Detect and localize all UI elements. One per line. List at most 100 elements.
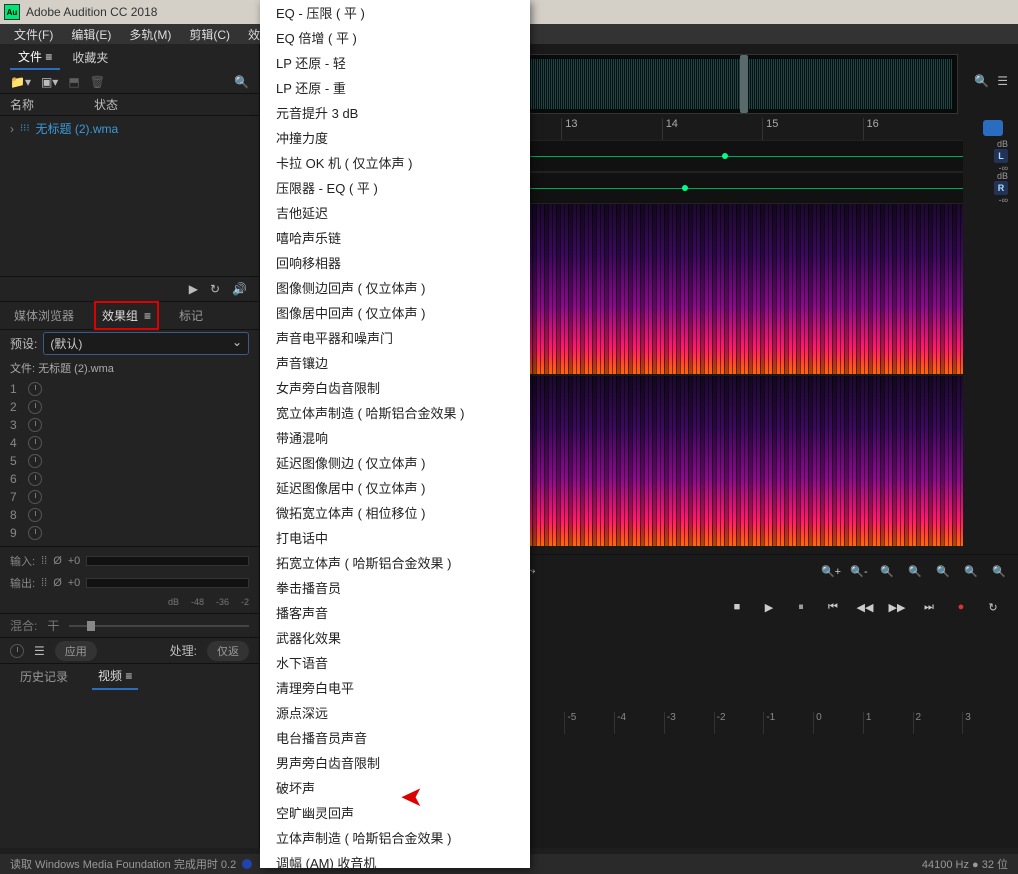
dropdown-item[interactable]: 女声旁白齿音限制 [260, 375, 530, 400]
dropdown-item[interactable]: 立体声制造 ( 哈斯铝合金效果 ) [260, 825, 530, 850]
dropdown-item[interactable]: EQ - 压限 ( 平 ) [260, 0, 530, 25]
loop-button[interactable]: ↻ [982, 597, 1004, 617]
power-icon[interactable] [28, 526, 42, 540]
apply-button[interactable]: 应用 [55, 641, 97, 661]
menu-multitrack[interactable]: 多轨(M) [121, 24, 179, 45]
dropdown-item[interactable]: 声音镶边 [260, 350, 530, 375]
dropdown-item[interactable]: 水下语音 [260, 650, 530, 675]
power-icon[interactable] [28, 490, 42, 504]
effect-slot[interactable]: 4 [6, 434, 253, 452]
tab-history[interactable]: 历史记录 [14, 664, 74, 689]
zoom-out-vert-icon[interactable]: 🔍 [960, 562, 982, 582]
dropdown-item[interactable]: 带通混响 [260, 425, 530, 450]
power-icon[interactable] [28, 508, 42, 522]
tab-favorites[interactable]: 收藏夹 [64, 46, 116, 69]
menu-clip[interactable]: 剪辑(C) [181, 24, 238, 45]
power-icon[interactable] [28, 436, 42, 450]
tab-markers[interactable]: 标记 [173, 303, 209, 328]
effect-slot[interactable]: 5 [6, 452, 253, 470]
power-icon[interactable] [28, 454, 42, 468]
loop-icon[interactable]: ↻ [210, 282, 220, 296]
dropdown-item[interactable]: 空旷幽灵回声 [260, 800, 530, 825]
effect-slot[interactable]: 6 [6, 470, 253, 488]
overview-handle[interactable] [740, 55, 748, 113]
volume-icon[interactable]: 🔊 [232, 282, 247, 296]
dropdown-item[interactable]: 卡拉 OK 机 ( 仅立体声 ) [260, 150, 530, 175]
new-file-icon[interactable]: ▣▾ [41, 75, 58, 89]
pause-button[interactable]: ⏸ [790, 597, 812, 617]
dropdown-item[interactable]: 播客声音 [260, 600, 530, 625]
effect-slot[interactable]: 7 [6, 488, 253, 506]
open-file-icon[interactable]: 📁▾ [10, 75, 31, 89]
dropdown-item[interactable]: EQ 倍增 ( 平 ) [260, 25, 530, 50]
power-icon[interactable] [28, 400, 42, 414]
list-icon[interactable]: ☰ [34, 644, 45, 658]
dropdown-item[interactable]: 微拓宽立体声 ( 相位移位 ) [260, 500, 530, 525]
skip-start-button[interactable]: ⏮ [822, 597, 844, 617]
channel-l-badge[interactable]: L [994, 149, 1008, 163]
dropdown-item[interactable]: 电台播音员声音 [260, 725, 530, 750]
dropdown-item[interactable]: 拳击播音员 [260, 575, 530, 600]
tab-video[interactable]: 视频 ≡ [92, 663, 138, 690]
dropdown-item[interactable]: LP 还原 - 轻 [260, 50, 530, 75]
zoom-in-vert-icon[interactable]: 🔍 [932, 562, 954, 582]
dropdown-item[interactable]: 延迟图像居中 ( 仅立体声 ) [260, 475, 530, 500]
col-status[interactable]: 状态 [94, 96, 118, 113]
import-icon[interactable]: ⬒ [68, 75, 79, 89]
effect-slot[interactable]: 8 [6, 506, 253, 524]
zoom-out-icon[interactable]: 🔍- [848, 562, 870, 582]
dropdown-item[interactable]: 图像侧边回声 ( 仅立体声 ) [260, 275, 530, 300]
zoom-reset-icon[interactable]: 🔍 [988, 562, 1010, 582]
dropdown-item[interactable]: 男声旁白齿音限制 [260, 750, 530, 775]
dropdown-item[interactable]: 破坏声 [260, 775, 530, 800]
effect-slot[interactable]: 9 [6, 524, 253, 542]
mix-slider[interactable] [69, 625, 249, 627]
play-button[interactable]: ▶ [758, 597, 780, 617]
channel-r-badge[interactable]: R [994, 181, 1008, 195]
preset-dropdown[interactable]: (默认)⌄ [43, 332, 249, 355]
zoom-full-icon[interactable]: 🔍 [876, 562, 898, 582]
dropdown-item[interactable]: 调幅 (AM) 收音机 [260, 850, 530, 868]
search-icon[interactable]: 🔍 [234, 75, 249, 89]
power-icon[interactable] [28, 418, 42, 432]
stop-button[interactable]: ■ [726, 597, 748, 617]
dropdown-item[interactable]: 延迟图像侧边 ( 仅立体声 ) [260, 450, 530, 475]
trash-icon[interactable]: 🗑 [90, 75, 105, 89]
dropdown-item[interactable]: 清理旁白电平 [260, 675, 530, 700]
tab-media-browser[interactable]: 媒体浏览器 [8, 303, 80, 328]
dropdown-item[interactable]: 吉他延迟 [260, 200, 530, 225]
dropdown-item[interactable]: 图像居中回声 ( 仅立体声 ) [260, 300, 530, 325]
zoom-selection-icon[interactable]: 🔍 [904, 562, 926, 582]
dropdown-item[interactable]: 声音电平器和噪声门 [260, 325, 530, 350]
effect-slot[interactable]: 2 [6, 398, 253, 416]
play-icon[interactable]: ▶ [189, 282, 198, 296]
power-icon[interactable] [28, 382, 42, 396]
panel-menu-icon[interactable]: ☰ [997, 74, 1008, 88]
tab-effects-rack[interactable]: 效果组 [94, 301, 159, 330]
dropdown-item[interactable]: 压限器 - EQ ( 平 ) [260, 175, 530, 200]
menu-edit[interactable]: 编辑(E) [63, 24, 119, 45]
rewind-button[interactable]: ◀◀ [854, 597, 876, 617]
headphones-icon[interactable] [983, 120, 1003, 136]
zoom-icon[interactable]: 🔍 [974, 74, 989, 88]
effect-slot[interactable]: 1 [6, 380, 253, 398]
dropdown-item[interactable]: 拓宽立体声 ( 哈斯铝合金效果 ) [260, 550, 530, 575]
dropdown-item[interactable]: 打电话中 [260, 525, 530, 550]
dropdown-item[interactable]: 宽立体声制造 ( 哈斯铝合金效果 ) [260, 400, 530, 425]
dropdown-item[interactable]: 嘻哈声乐链 [260, 225, 530, 250]
dropdown-item[interactable]: 回响移相器 [260, 250, 530, 275]
dropdown-item[interactable]: 冲撞力度 [260, 125, 530, 150]
record-button[interactable]: ● [950, 597, 972, 617]
skip-end-button[interactable]: ⏭ [918, 597, 940, 617]
tab-files[interactable]: 文件 ≡ [10, 45, 60, 70]
menu-file[interactable]: 文件(F) [6, 24, 61, 45]
dropdown-item[interactable]: 源点深远 [260, 700, 530, 725]
dropdown-item[interactable]: LP 还原 - 重 [260, 75, 530, 100]
dropdown-item[interactable]: 武器化效果 [260, 625, 530, 650]
power-icon[interactable] [28, 472, 42, 486]
process-mode[interactable]: 仅返 [207, 641, 249, 661]
zoom-in-icon[interactable]: 🔍+ [820, 562, 842, 582]
col-name[interactable]: 名称 [10, 96, 34, 113]
file-item[interactable]: ⁝⁝⁝ 无标题 (2).wma [10, 120, 249, 137]
effect-slot[interactable]: 3 [6, 416, 253, 434]
